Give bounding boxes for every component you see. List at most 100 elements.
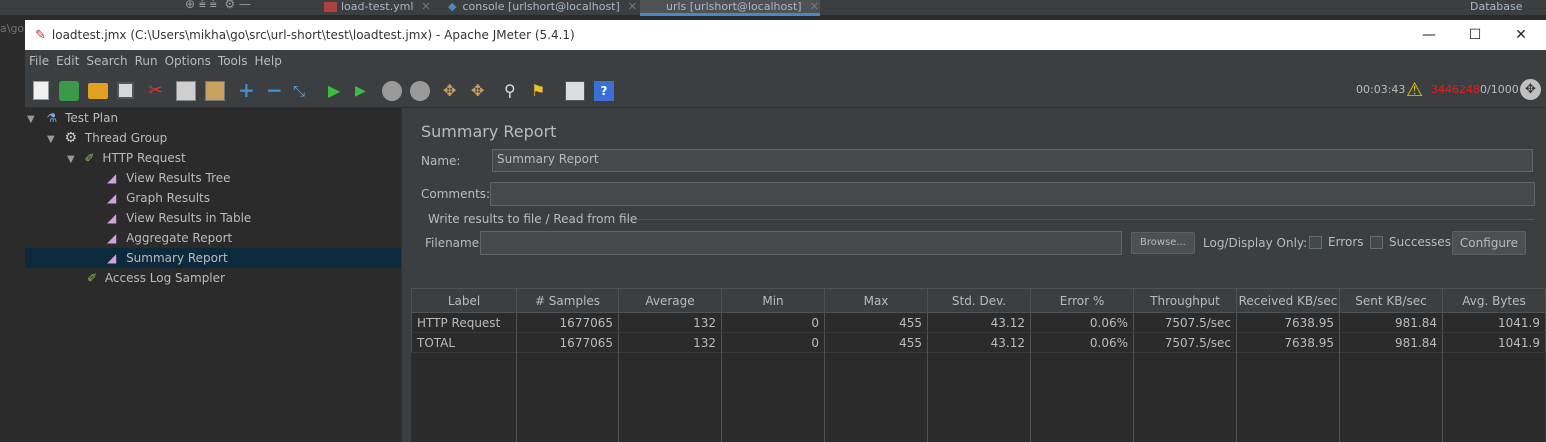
menu-run[interactable]: Run [135,54,158,68]
name-input[interactable]: Summary Report [492,149,1533,172]
table-cell: TOTAL [411,332,517,353]
column-header-max[interactable]: Max [824,288,928,313]
table-cell: 7507.5/sec [1133,332,1237,353]
column-header-min[interactable]: Min [721,288,825,313]
chevron-down-icon[interactable]: ▼ [27,114,35,125]
table-row[interactable]: TOTAL 1677065 132 0 455 43.12 0.06% 7507… [411,332,1546,353]
close-icon[interactable]: ✕ [421,0,430,13]
column-header-average[interactable]: Average [618,288,722,313]
clear-icon[interactable]: ✥ [443,81,463,101]
column-header-samples[interactable]: # Samples [516,288,619,313]
column-header-throughput[interactable]: Throughput [1133,288,1237,313]
window-titlebar: ✎ loadtest.jmx (C:\Users\mikha\go\src\ur… [25,20,1546,50]
errors-checkbox[interactable] [1309,236,1322,249]
menu-edit[interactable]: Edit [56,54,79,68]
tree-node-summary-report-selected[interactable]: ◢ Summary Report [25,248,401,268]
table-row[interactable]: HTTP Request 1677065 132 0 455 43.12 0.0… [411,312,1546,333]
toggle-icon[interactable]: ⤡ [293,81,313,101]
ide-path-fragment: a\go [0,22,25,35]
listener-graph-icon: ◢ [107,191,117,205]
filename-input[interactable] [480,231,1122,255]
table-cell: 455 [824,332,928,353]
tree-node-test-plan[interactable]: ▼ ⚗ Test Plan [27,108,118,128]
column-header-std-dev[interactable]: Std. Dev. [927,288,1031,313]
elapsed-time: 00:03:43 [1356,83,1406,96]
close-button[interactable]: ✕ [1498,20,1544,50]
page-title: Summary Report [421,122,557,141]
ide-database-label[interactable]: Database [1470,0,1523,16]
tree-node-graph-results[interactable]: ◢ Graph Results [107,188,210,208]
start-icon[interactable]: ▶ [328,81,348,101]
reset-search-icon[interactable]: ⚑ [531,81,551,101]
chevron-down-icon[interactable]: ▼ [67,154,75,165]
chevron-down-icon[interactable]: ▼ [47,134,55,145]
tree-node-access-log-sampler[interactable]: ✐ Access Log Sampler [87,268,225,288]
configure-button[interactable]: Configure [1452,231,1526,255]
column-header-sent-kb[interactable]: Sent KB/sec [1339,288,1443,313]
error-count: 3446248 [1431,83,1480,96]
table-cell: 7638.95 [1236,312,1340,333]
close-icon[interactable]: ✕ [628,0,637,13]
new-icon[interactable] [33,81,49,100]
jmeter-feather-icon: ✎ [35,27,46,43]
summary-report-panel: Summary Report Name: Summary Report Comm… [410,108,1546,442]
file-group-divider [619,219,1534,220]
table-cell: 455 [824,312,928,333]
open-icon[interactable] [88,83,108,99]
menu-tools[interactable]: Tools [218,54,248,68]
copy-icon[interactable] [176,81,196,101]
comments-input[interactable] [490,182,1535,206]
remote-engines-icon[interactable]: ✥ [1520,79,1541,100]
log-display-label: Log/Display Only: [1203,236,1308,250]
ide-toolbar-icons: ⊕ ⩧ ⩧ ⚙ — [185,0,251,11]
test-plan-tree: ▼ ⚗ Test Plan ▼ ⚙ Thread Group ▼ ✐ HTTP … [25,108,402,442]
warning-icon[interactable]: ⚠ [1406,79,1423,101]
menu-file[interactable]: File [29,54,49,68]
tree-node-view-results-tree[interactable]: ◢ View Results Tree [107,168,231,188]
table-cell: 0.06% [1030,312,1134,333]
collapse-icon[interactable]: − [266,80,286,101]
filename-label: Filename [425,236,480,250]
search-icon[interactable]: ⚲ [504,81,524,101]
tree-node-thread-group[interactable]: ▼ ⚙ Thread Group [47,128,167,148]
expand-icon[interactable]: + [238,80,258,101]
maximize-button[interactable]: ☐ [1452,20,1498,50]
browse-button[interactable]: Browse... [1131,232,1195,254]
table-cell: 132 [618,332,722,353]
function-helper-icon[interactable] [565,81,585,101]
tree-node-view-results-table[interactable]: ◢ View Results in Table [107,208,251,228]
minimize-button[interactable]: — [1406,20,1452,50]
cut-icon[interactable]: ✂ [148,81,168,101]
tree-node-aggregate-report[interactable]: ◢ Aggregate Report [107,228,232,248]
table-cell: 1041.9 [1442,312,1546,333]
clear-all-icon[interactable]: ✥ [471,81,491,101]
name-label: Name: [421,154,461,168]
start-no-pauses-icon[interactable]: ▶ [355,81,375,101]
table-cell: 981.84 [1339,312,1443,333]
close-icon[interactable]: ✕ [810,0,819,13]
shutdown-icon[interactable] [410,81,430,101]
column-header-label[interactable]: Label [411,288,517,313]
tree-node-http-request[interactable]: ▼ ✐ HTTP Request [67,148,186,168]
table-cell: 7638.95 [1236,332,1340,353]
window-title: loadtest.jmx (C:\Users\mikha\go\src\url-… [51,28,575,42]
menu-search[interactable]: Search [86,54,127,68]
menu-help[interactable]: Help [254,54,281,68]
column-header-avg-bytes[interactable]: Avg. Bytes [1442,288,1546,313]
ide-tab-urls[interactable]: urls [urlshort@localhost] ✕ [640,0,820,16]
successes-checkbox[interactable] [1370,236,1383,249]
table-cell: 0.06% [1030,332,1134,353]
listener-graph-icon: ◢ [107,211,117,225]
column-header-error-pct[interactable]: Error % [1030,288,1134,313]
templates-icon[interactable] [59,81,79,101]
listener-graph-icon: ◢ [107,251,117,265]
menu-options[interactable]: Options [165,54,211,68]
paste-icon[interactable] [205,81,225,101]
ide-tab-console[interactable]: ◆ console [urlshort@localhost] ✕ [448,0,637,16]
column-header-received-kb[interactable]: Received KB/sec [1236,288,1340,313]
help-icon[interactable]: ? [594,81,614,101]
table-cell: 43.12 [927,332,1031,353]
stop-icon[interactable] [382,81,402,101]
ide-tab-load-test[interactable]: load-test.yml ✕ [324,0,431,16]
save-icon[interactable] [117,82,134,99]
